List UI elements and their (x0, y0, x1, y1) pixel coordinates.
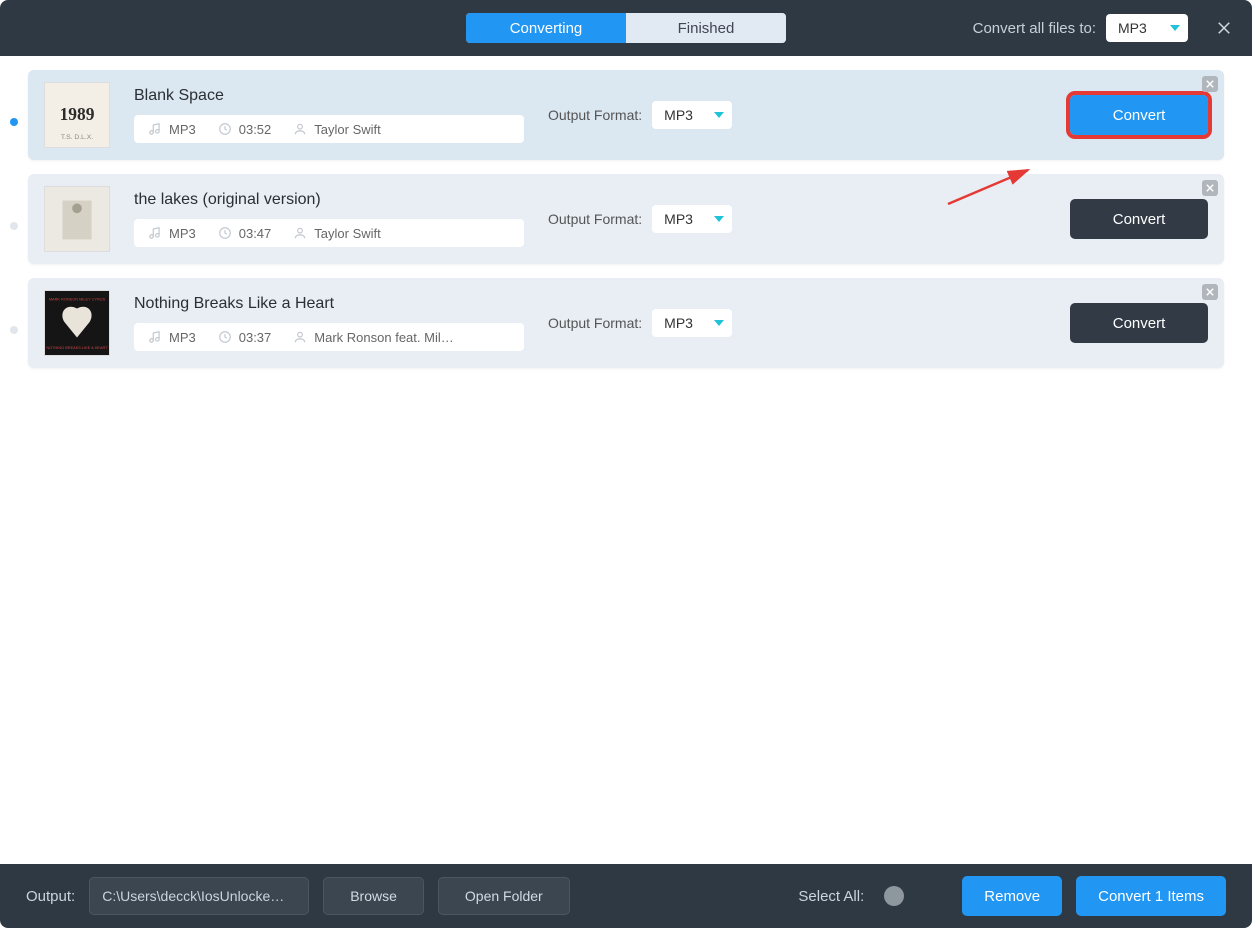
track-codec: MP3 (169, 226, 196, 241)
music-note-icon (148, 122, 162, 136)
remove-track-button[interactable] (1202, 180, 1218, 196)
output-format-block: Output Format: MP3 (548, 205, 732, 233)
x-icon (1206, 80, 1214, 88)
track-card[interactable]: MARK RONSON MILEY CYRUS NOTHING BREAKS LI… (28, 278, 1224, 368)
convert-all-format-value: MP3 (1118, 20, 1147, 36)
output-format-block: Output Format: MP3 (548, 101, 732, 129)
convert-button[interactable]: Convert (1070, 95, 1208, 135)
track-card[interactable]: 1989 T.S. D.L.X. Blank Space MP3 03:52 (28, 70, 1224, 160)
chevron-down-icon (714, 112, 724, 118)
content-area: 1989 T.S. D.L.X. Blank Space MP3 03:52 (0, 56, 1252, 864)
clock-icon (218, 226, 232, 240)
track-main: Blank Space MP3 03:52 Taylor Swift (134, 87, 524, 143)
svg-text:MARK RONSON MILEY CYRUS: MARK RONSON MILEY CYRUS (49, 297, 106, 302)
track-codec: MP3 (169, 122, 196, 137)
chevron-down-icon (714, 216, 724, 222)
header-right: Convert all files to: MP3 (973, 14, 1238, 42)
track-artist: Mark Ronson feat. Mil… (314, 330, 453, 345)
output-format-value: MP3 (664, 107, 693, 123)
output-format-value: MP3 (664, 315, 693, 331)
artist-icon (293, 122, 307, 136)
track-info: MP3 03:37 Mark Ronson feat. Mil… (134, 323, 524, 351)
output-format-select[interactable]: MP3 (652, 101, 732, 129)
output-format-label: Output Format: (548, 315, 642, 331)
tab-converting[interactable]: Converting (466, 13, 626, 43)
track-title: the lakes (original version) (134, 191, 524, 209)
track-artist: Taylor Swift (314, 122, 380, 137)
music-note-icon (148, 330, 162, 344)
clock-icon (218, 330, 232, 344)
tab-finished[interactable]: Finished (626, 13, 786, 43)
output-format-select[interactable]: MP3 (652, 205, 732, 233)
track-main: the lakes (original version) MP3 03:47 (134, 191, 524, 247)
track-info: MP3 03:52 Taylor Swift (134, 115, 524, 143)
track-artist: Taylor Swift (314, 226, 380, 241)
selection-dot[interactable] (10, 222, 18, 230)
select-all-toggle[interactable] (884, 886, 904, 906)
music-note-icon (148, 226, 162, 240)
output-format-label: Output Format: (548, 211, 642, 227)
convert-all-format-select[interactable]: MP3 (1106, 14, 1188, 42)
close-icon (1215, 19, 1233, 37)
remove-track-button[interactable] (1202, 76, 1218, 92)
output-format-value: MP3 (664, 211, 693, 227)
footer-bar: Output: C:\Users\decck\IosUnlocke… Brows… (0, 864, 1252, 928)
convert-button[interactable]: Convert (1070, 303, 1208, 343)
browse-button[interactable]: Browse (323, 877, 424, 915)
header-bar: Converting Finished Convert all files to… (0, 0, 1252, 56)
remove-track-button[interactable] (1202, 284, 1218, 300)
chevron-down-icon (1170, 25, 1180, 31)
svg-text:1989: 1989 (60, 104, 95, 124)
album-artwork (44, 186, 110, 252)
artist-icon (293, 226, 307, 240)
selection-dot[interactable] (10, 118, 18, 126)
remove-button[interactable]: Remove (962, 876, 1062, 916)
output-format-select[interactable]: MP3 (652, 309, 732, 337)
output-label: Output: (26, 888, 75, 905)
x-icon (1206, 184, 1214, 192)
tab-group: Converting Finished (466, 13, 786, 43)
track-duration: 03:47 (239, 226, 272, 241)
album-artwork: 1989 T.S. D.L.X. (44, 82, 110, 148)
chevron-down-icon (714, 320, 724, 326)
close-button[interactable] (1210, 14, 1238, 42)
track-title: Blank Space (134, 87, 524, 105)
track-duration: 03:37 (239, 330, 272, 345)
track-info: MP3 03:47 Taylor Swift (134, 219, 524, 247)
convert-button[interactable]: Convert (1070, 199, 1208, 239)
open-folder-button[interactable]: Open Folder (438, 877, 570, 915)
select-all-label: Select All: (798, 888, 864, 905)
x-icon (1206, 288, 1214, 296)
output-format-label: Output Format: (548, 107, 642, 123)
track-title: Nothing Breaks Like a Heart (134, 295, 524, 313)
track-row: MARK RONSON MILEY CYRUS NOTHING BREAKS LI… (2, 278, 1224, 382)
output-format-block: Output Format: MP3 (548, 309, 732, 337)
album-artwork: MARK RONSON MILEY CYRUS NOTHING BREAKS LI… (44, 290, 110, 356)
track-row: 1989 T.S. D.L.X. Blank Space MP3 03:52 (2, 70, 1224, 174)
track-codec: MP3 (169, 330, 196, 345)
track-card[interactable]: the lakes (original version) MP3 03:47 (28, 174, 1224, 264)
track-main: Nothing Breaks Like a Heart MP3 03:37 (134, 295, 524, 351)
selection-dot[interactable] (10, 326, 18, 334)
clock-icon (218, 122, 232, 136)
convert-items-button[interactable]: Convert 1 Items (1076, 876, 1226, 916)
output-path-field[interactable]: C:\Users\decck\IosUnlocke… (89, 877, 309, 915)
app-window: Converting Finished Convert all files to… (0, 0, 1252, 928)
artist-icon (293, 330, 307, 344)
svg-text:T.S. D.L.X.: T.S. D.L.X. (61, 134, 93, 141)
svg-text:NOTHING BREAKS LIKE A HEART: NOTHING BREAKS LIKE A HEART (46, 345, 108, 350)
track-row: the lakes (original version) MP3 03:47 (2, 174, 1224, 278)
track-duration: 03:52 (239, 122, 272, 137)
convert-all-label: Convert all files to: (973, 20, 1096, 37)
